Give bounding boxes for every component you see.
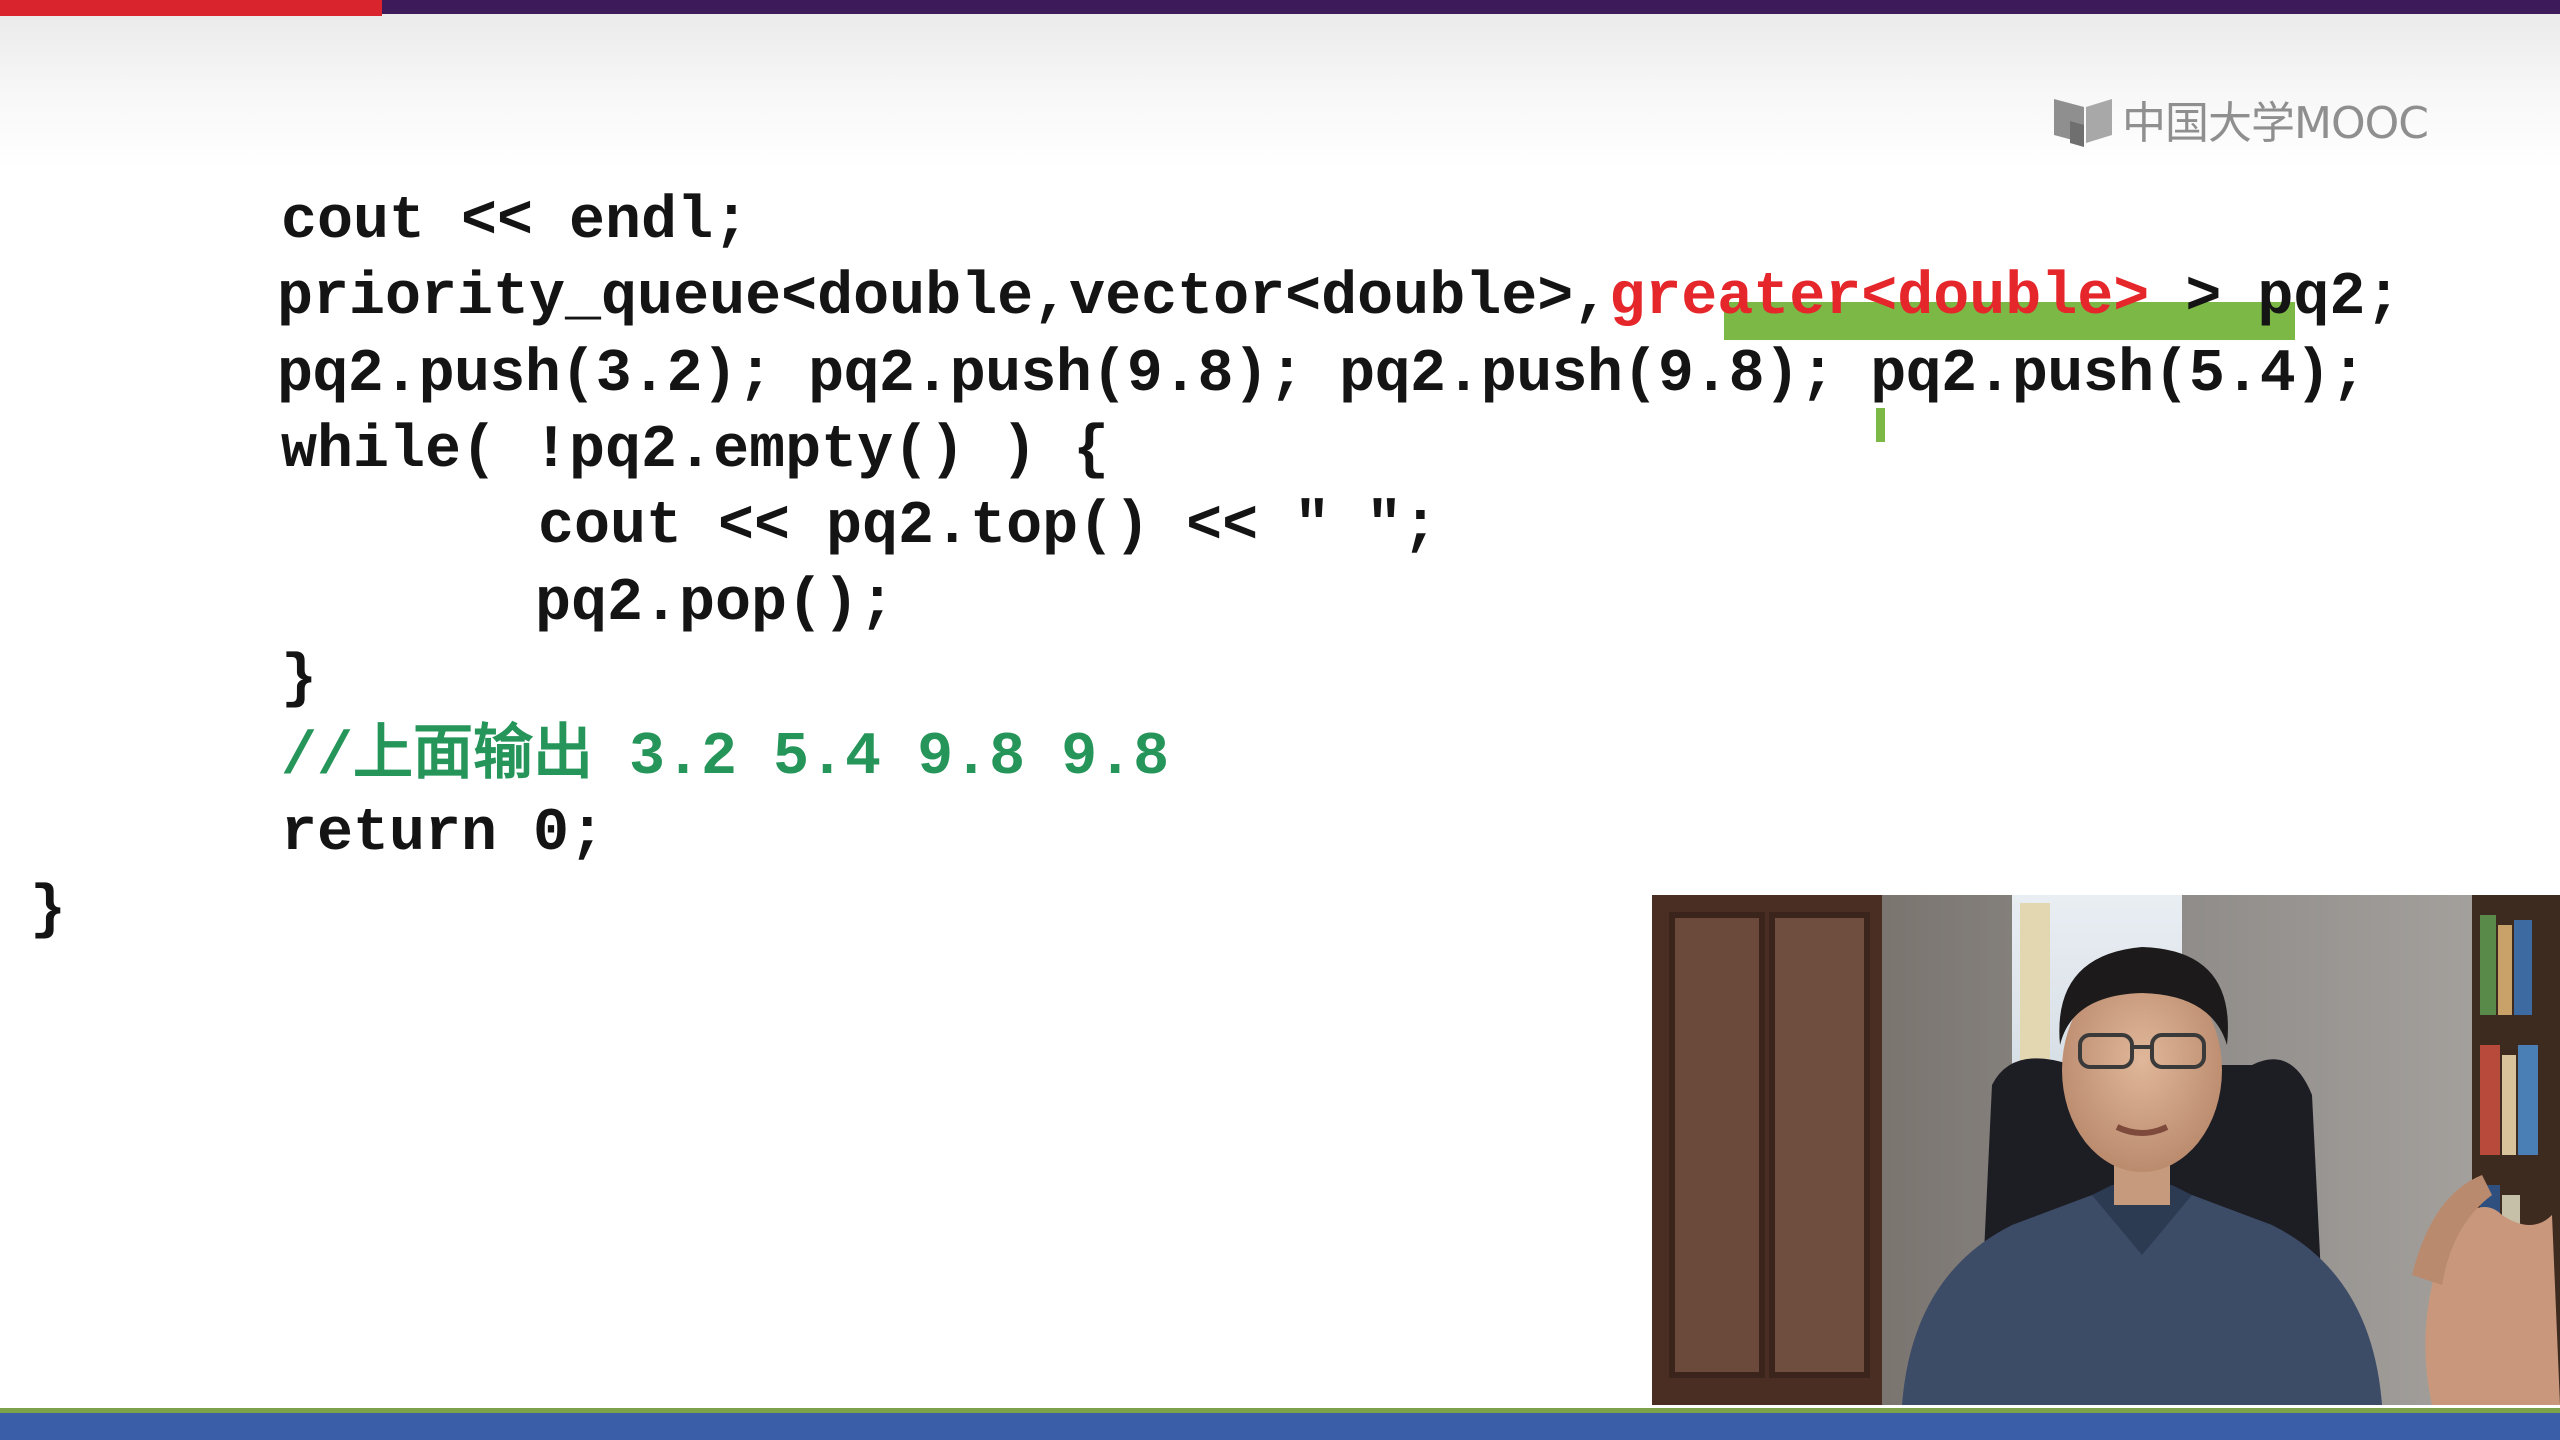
mooc-logo: 中国大学MOOC bbox=[2050, 88, 2430, 150]
lecture-slide: 中国大学MOOC cout << endl; priority_queue<do… bbox=[0, 0, 2560, 1440]
code-line: return 0; bbox=[281, 800, 606, 868]
highlighted-comparator: greater<double> bbox=[1609, 264, 2150, 332]
code-line: pq2.push(3.2); pq2.push(9.8); pq2.push(9… bbox=[277, 341, 2367, 409]
top-accent-bar-purple bbox=[382, 0, 2560, 14]
book-icon bbox=[2054, 99, 2112, 147]
code-line: while( !pq2.empty() ) { bbox=[281, 417, 1110, 485]
code-line: priority_queue<double,vector<double>,gre… bbox=[277, 260, 2401, 336]
logo-text: 中国大学MOOC bbox=[2122, 98, 2429, 149]
lecturer-video-frame bbox=[1652, 895, 2560, 1405]
code-line: cout << pq2.top() << " "; bbox=[538, 493, 1439, 561]
code-comment: //上面输出 3.2 5.4 9.8 9.8 bbox=[281, 724, 1170, 792]
top-accent-bar-red bbox=[0, 0, 382, 16]
code-line: } bbox=[281, 646, 318, 714]
code-text: > pq2; bbox=[2149, 264, 2402, 332]
code-line: } bbox=[30, 877, 67, 945]
lecturer-video bbox=[1652, 895, 2560, 1405]
code-line: pq2.pop(); bbox=[535, 570, 896, 638]
bottom-accent-bar bbox=[0, 1413, 2560, 1440]
code-text: priority_queue<double,vector<double>, bbox=[277, 264, 1610, 332]
code-line: cout << endl; bbox=[281, 188, 750, 256]
cursor-tick-mark bbox=[1876, 408, 1885, 442]
